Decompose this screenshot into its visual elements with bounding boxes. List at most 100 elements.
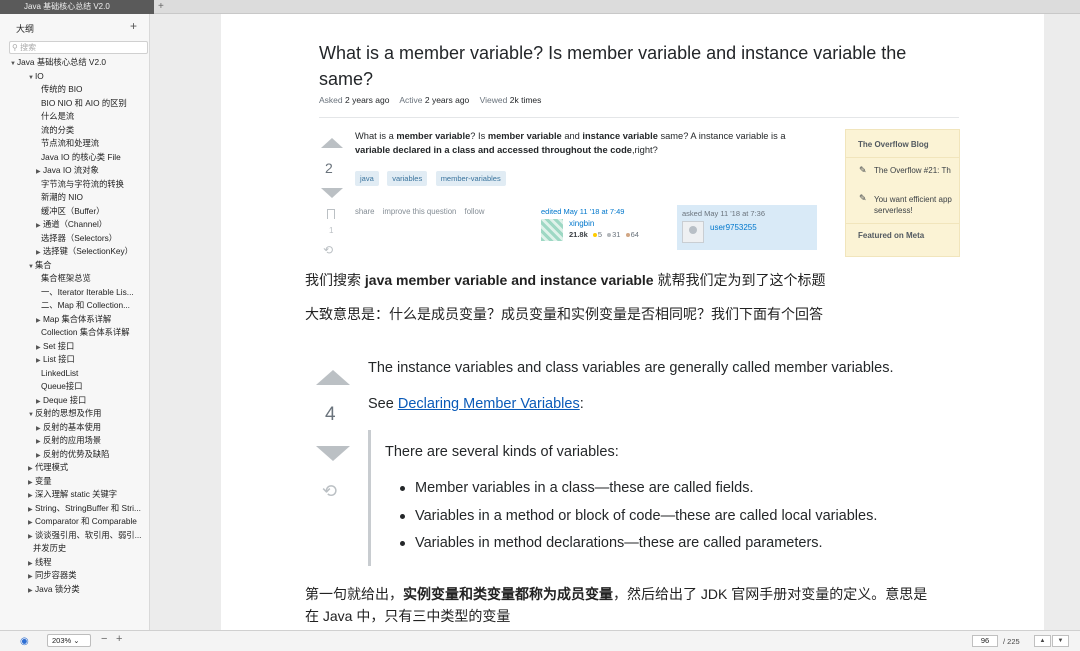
outline-item[interactable]: ▶ 深入理解 static 关键字 <box>0 488 149 502</box>
outline-item[interactable]: 缓冲区（Buffer） <box>0 205 149 219</box>
search-icon: ⚲ <box>12 43 18 52</box>
expand-arrow-icon[interactable]: ▼ <box>10 58 17 70</box>
outline-item[interactable]: ▼集合 <box>0 259 149 273</box>
outline-item[interactable]: 并发历史 <box>0 542 149 556</box>
collapse-arrow-icon[interactable]: ▶ <box>28 477 35 489</box>
outline-item[interactable]: ▶ 谈谈强引用、软引用、弱引... <box>0 529 149 543</box>
outline-item[interactable]: 什么是流 <box>0 110 149 124</box>
outline-item-label: Map 集合体系详解 <box>43 313 112 324</box>
collapse-arrow-icon[interactable]: ▶ <box>36 342 43 354</box>
zoom-select[interactable]: 203% ⌄ <box>47 634 91 647</box>
tag-member-variables: member-variables <box>435 171 506 186</box>
outline-item[interactable]: 字节流与字符流的转换 <box>0 178 149 192</box>
pencil-icon: ✎ <box>859 165 867 175</box>
history-icon: ⟲ <box>323 243 334 257</box>
outline-item[interactable]: ▶ 代理模式 <box>0 461 149 475</box>
outline-item[interactable]: 新潮的 NIO <box>0 191 149 205</box>
next-page-button[interactable]: ▼ <box>1052 635 1069 647</box>
outline-item[interactable]: ▶ Java IO 流对象 <box>0 164 149 178</box>
question-body: What is a member variable? Is member var… <box>355 131 786 155</box>
outline-item[interactable]: 节点流和处理流 <box>0 137 149 151</box>
expand-arrow-icon[interactable]: ▼ <box>28 72 35 84</box>
outline-item-label: Java 基础核心总结 V2.0 <box>17 57 106 67</box>
collapse-arrow-icon[interactable]: ▶ <box>36 450 43 462</box>
outline-item[interactable]: ▶ Java 锁分类 <box>0 583 149 597</box>
collapse-arrow-icon[interactable]: ▶ <box>36 166 43 178</box>
outline-item-label: Java IO 的核心类 File <box>41 151 121 162</box>
document-tab[interactable]: Java 基础核心总结 V2.0 <box>0 0 154 14</box>
page-number-input[interactable]: 96 <box>972 635 998 647</box>
outline-item[interactable]: ▼Java 基础核心总结 V2.0 <box>0 56 149 70</box>
previous-page-button[interactable]: ▲ <box>1034 635 1051 647</box>
outline-item[interactable]: ▶ String、StringBuffer 和 Stri... <box>0 502 149 516</box>
collapse-arrow-icon[interactable]: ▶ <box>36 436 43 448</box>
tag-java: java <box>355 171 379 186</box>
outline-item[interactable]: ▶ 反射的优势及缺陷 <box>0 448 149 462</box>
outline-item-label: 同步容器类 <box>35 570 77 580</box>
new-tab-button[interactable]: + <box>158 0 164 14</box>
collapse-arrow-icon[interactable]: ▶ <box>28 531 35 543</box>
collapse-arrow-icon[interactable]: ▶ <box>28 463 35 475</box>
eye-icon[interactable]: ◉ <box>20 636 29 647</box>
collapse-arrow-icon[interactable]: ▶ <box>36 355 43 367</box>
outline-item[interactable]: ▶ 通道（Channel） <box>0 218 149 232</box>
collapse-arrow-icon[interactable]: ▶ <box>28 490 35 502</box>
expand-arrow-icon[interactable]: ▼ <box>28 409 35 421</box>
outline-item[interactable]: LinkedList <box>0 367 149 381</box>
favorite-count: 1 <box>329 226 334 235</box>
outline-item[interactable]: 选择器（Selectors） <box>0 232 149 246</box>
outline-item[interactable]: ▶ Comparator 和 Comparable <box>0 515 149 529</box>
collapse-arrow-icon[interactable]: ▶ <box>36 220 43 232</box>
collapse-arrow-icon[interactable]: ▶ <box>36 396 43 408</box>
outline-item[interactable]: ▶ 选择键（SelectionKey） <box>0 245 149 259</box>
outline-item[interactable]: 集合框架总览 <box>0 272 149 286</box>
outline-item[interactable]: ▼反射的思想及作用 <box>0 407 149 421</box>
collapse-arrow-icon[interactable]: ▶ <box>36 315 43 327</box>
outline-item[interactable]: Collection 集合体系详解 <box>0 326 149 340</box>
question-tags: java variables member-variables <box>355 168 510 186</box>
outline-item-label: 流的分类 <box>41 124 75 135</box>
outline-item[interactable]: ▶ 同步容器类 <box>0 569 149 583</box>
collapse-arrow-icon[interactable]: ▶ <box>28 558 35 570</box>
collapse-arrow-icon[interactable]: ▶ <box>28 517 35 529</box>
outline-item[interactable]: ▶ 变量 <box>0 475 149 489</box>
outline-item-label: 反射的应用场景 <box>43 435 102 445</box>
collapse-arrow-icon[interactable]: ▶ <box>36 247 43 259</box>
page-total: / 225 <box>1003 637 1020 646</box>
zoom-out-button[interactable]: − <box>101 633 107 645</box>
outline-item-label: 选择器（Selectors） <box>41 232 118 243</box>
expand-arrow-icon[interactable]: ▼ <box>28 261 35 273</box>
outline-item[interactable]: 二、Map 和 Collection... <box>0 299 149 313</box>
outline-item[interactable]: 传统的 BIO <box>0 83 149 97</box>
outline-item[interactable]: ▶ 线程 <box>0 556 149 570</box>
collapse-arrow-icon[interactable]: ▶ <box>28 504 35 516</box>
outline-item[interactable]: 一、Iterator Iterable Lis... <box>0 286 149 300</box>
answer-downvote-icon <box>316 446 350 461</box>
outline-item-label: 反射的优势及缺陷 <box>43 448 110 459</box>
outline-item[interactable]: ▶ Set 接口 <box>0 340 149 354</box>
collapse-arrow-icon[interactable]: ▶ <box>28 571 35 583</box>
outline-item-label: 谈谈强引用、软引用、弱引... <box>35 529 142 540</box>
outline-search-input[interactable]: ⚲ 搜索 <box>9 41 148 54</box>
outline-item[interactable]: BIO NIO 和 AIO 的区别 <box>0 97 149 111</box>
add-outline-button[interactable]: + <box>130 19 137 33</box>
zoom-in-button[interactable]: + <box>116 633 122 645</box>
outline-item-label: BIO NIO 和 AIO 的区别 <box>41 97 127 108</box>
collapse-arrow-icon[interactable]: ▶ <box>36 423 43 435</box>
outline-item[interactable]: ▶ Deque 接口 <box>0 394 149 408</box>
outline-item-label: 什么是流 <box>41 111 75 121</box>
outline-item[interactable]: 流的分类 <box>0 124 149 138</box>
document-viewport[interactable]: What is a member variable? Is member var… <box>151 14 1080 630</box>
outline-item-label: 变量 <box>35 475 52 486</box>
outline-item[interactable]: ▶ 反射的应用场景 <box>0 434 149 448</box>
outline-item[interactable]: ▼IO <box>0 70 149 84</box>
collapse-arrow-icon[interactable]: ▶ <box>28 585 35 597</box>
outline-item-label: 深入理解 static 关键字 <box>35 489 118 499</box>
outline-item-label: LinkedList <box>41 367 79 378</box>
outline-item[interactable]: ▶ List 接口 <box>0 353 149 367</box>
outline-item[interactable]: Java IO 的核心类 File <box>0 151 149 165</box>
outline-item[interactable]: Queue接口 <box>0 380 149 394</box>
outline-item[interactable]: ▶ Map 集合体系详解 <box>0 313 149 327</box>
avatar <box>682 221 704 243</box>
outline-item[interactable]: ▶ 反射的基本使用 <box>0 421 149 435</box>
